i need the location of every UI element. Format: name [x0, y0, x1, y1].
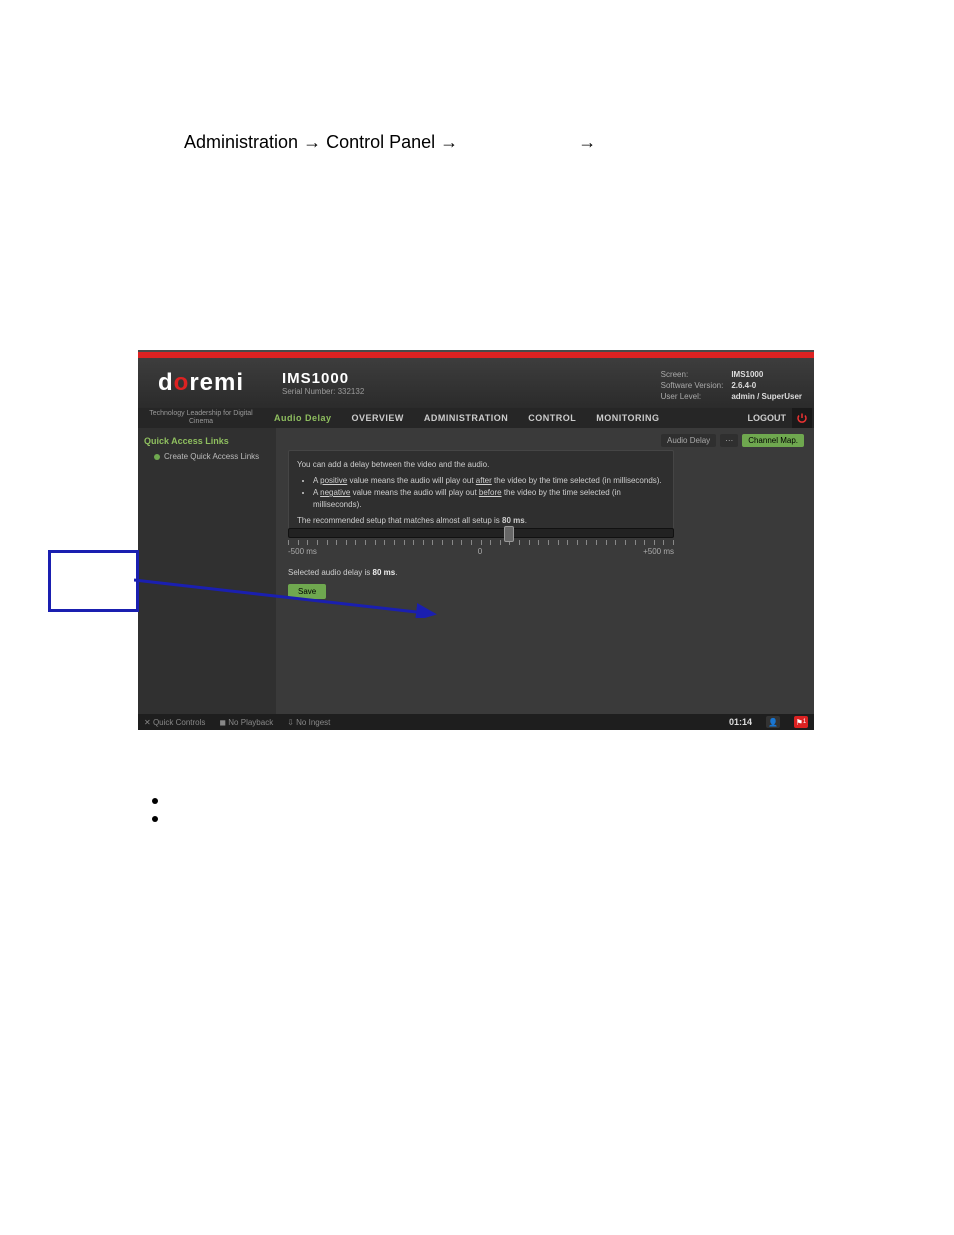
- slider-max: +500 ms: [643, 547, 674, 556]
- info-key: Software Version:: [661, 381, 724, 390]
- save-button[interactable]: Save: [288, 584, 326, 599]
- product-title-block: IMS1000 Serial Number: 332132: [282, 370, 364, 396]
- breadcrumb-arrow: →: [303, 132, 321, 152]
- nav-tab-audio-delay[interactable]: Audio Delay: [264, 413, 342, 423]
- sidebar-create-link[interactable]: Create Quick Access Links: [144, 452, 270, 461]
- footer-quick-controls[interactable]: ✕ Quick Controls: [144, 718, 205, 727]
- info-value: admin / SuperUser: [731, 392, 802, 401]
- footer-alert-badge[interactable]: ⚑1: [794, 716, 808, 728]
- footer-playback-status: ◼ No Playback: [219, 718, 273, 727]
- breadcrumb-arrow: →: [578, 132, 596, 152]
- audio-delay-slider[interactable]: -500 ms 0 +500 ms: [288, 528, 674, 556]
- app-screenshot: doremi IMS1000 Serial Number: 332132 Scr…: [138, 350, 814, 730]
- status-bar: ✕ Quick Controls ◼ No Playback ⇩ No Inge…: [138, 714, 814, 730]
- slider-track[interactable]: [288, 528, 674, 538]
- tagline: Technology Leadership for Digital Cinema: [138, 410, 264, 425]
- bullet-list: [152, 798, 158, 834]
- slider-thumb[interactable]: [504, 526, 514, 542]
- save-callout-box: [48, 550, 139, 612]
- info-key: User Level:: [661, 392, 724, 401]
- serial-number: Serial Number: 332132: [282, 387, 364, 396]
- info-bullet: A negative value means the audio will pl…: [313, 487, 665, 511]
- logout-button[interactable]: LOGOUT: [748, 413, 787, 423]
- brand-logo: doremi: [138, 358, 264, 408]
- footer-ingest-status: ⇩ No Ingest: [287, 718, 330, 727]
- nav-tab-monitoring[interactable]: MONITORING: [586, 413, 669, 423]
- footer-clock: 01:14: [729, 717, 752, 727]
- breadcrumb-part: Control Panel: [326, 132, 435, 152]
- slider-zero: 0: [478, 547, 482, 556]
- breadcrumb-part: Administration: [184, 132, 298, 152]
- slider-min: -500 ms: [288, 547, 317, 556]
- breadcrumb-arrow: →: [440, 132, 458, 152]
- sidebar-title: Quick Access Links: [144, 436, 270, 446]
- selected-delay-text: Selected audio delay is 80 ms.: [288, 568, 397, 577]
- main-nav: Technology Leadership for Digital Cinema…: [138, 408, 814, 428]
- power-icon[interactable]: [792, 408, 812, 428]
- subnav-channel-map[interactable]: Channel Map.: [742, 434, 804, 447]
- info-bullet: A positive value means the audio will pl…: [313, 475, 665, 487]
- logo-part: d: [158, 369, 174, 397]
- system-info: Screen:IMS1000 Software Version:2.6.4-0 …: [661, 370, 802, 401]
- bullet-dot: [152, 816, 158, 822]
- info-key: Screen:: [661, 370, 724, 379]
- subnav-audio-delay[interactable]: Audio Delay: [661, 434, 716, 447]
- nav-tab-administration[interactable]: ADMINISTRATION: [414, 413, 518, 423]
- breadcrumb: Administration → Control Panel → →: [184, 132, 596, 153]
- slider-ticks: [288, 540, 674, 545]
- info-value: 2.6.4-0: [731, 381, 802, 390]
- footer-user-icon[interactable]: 👤: [766, 716, 780, 728]
- nav-tab-control[interactable]: CONTROL: [518, 413, 586, 423]
- slider-scale-labels: -500 ms 0 +500 ms: [288, 547, 674, 556]
- logo-highlight: o: [174, 369, 190, 397]
- sidebar: Quick Access Links Create Quick Access L…: [138, 428, 276, 714]
- sub-nav: Audio Delay ⋯ Channel Map.: [661, 434, 804, 447]
- nav-tab-overview[interactable]: OVERVIEW: [342, 413, 414, 423]
- info-line: You can add a delay between the video an…: [297, 459, 665, 471]
- bullet-dot: [152, 798, 158, 804]
- logo-part: remi: [189, 369, 244, 397]
- app-header: doremi IMS1000 Serial Number: 332132 Scr…: [138, 358, 814, 408]
- info-recommended: The recommended setup that matches almos…: [297, 515, 665, 527]
- info-value: IMS1000: [731, 370, 802, 379]
- subnav-mini-icon[interactable]: ⋯: [720, 434, 738, 447]
- content-area: Audio Delay ⋯ Channel Map. You can add a…: [276, 428, 814, 714]
- info-panel: You can add a delay between the video an…: [288, 450, 674, 536]
- product-title: IMS1000: [282, 370, 364, 387]
